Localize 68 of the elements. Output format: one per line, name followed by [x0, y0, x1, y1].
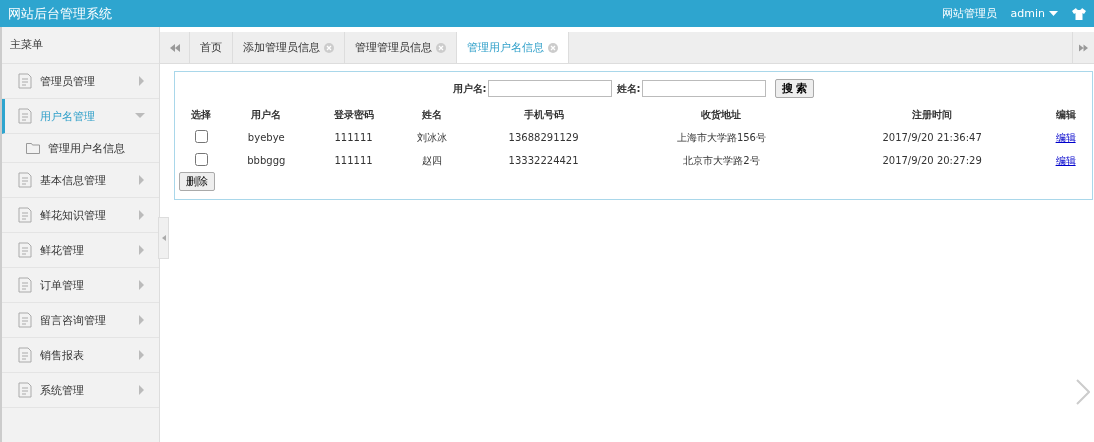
document-icon [18, 207, 32, 223]
table-cell: byebye [247, 132, 285, 143]
folder-icon [26, 142, 40, 154]
row-checkbox[interactable] [194, 153, 208, 166]
document-icon [18, 172, 32, 188]
table-cell: 13688291129 [508, 132, 579, 143]
column-header: 姓名 [420, 108, 443, 122]
edit-link[interactable]: 编辑 [1055, 131, 1076, 143]
caret-right-icon [139, 315, 145, 325]
sidebar-subitem[interactable]: 管理用户名信息 [2, 134, 159, 163]
caret-right-icon [139, 175, 145, 185]
double-left-arrow-icon [169, 43, 180, 52]
table-cell: 111111 [334, 132, 373, 143]
table-cell: 刘冰冰 [416, 131, 447, 143]
name-field[interactable] [641, 80, 766, 97]
sidebar-item[interactable]: 管理员管理 [2, 64, 159, 99]
close-icon[interactable] [324, 42, 334, 53]
sidebar-title: 主菜单 [2, 27, 159, 64]
search-button[interactable]: 搜 索 [774, 79, 815, 98]
sidebar-item[interactable]: 系统管理 [2, 373, 159, 408]
column-header: 编辑 [1054, 108, 1077, 122]
sidebar-item[interactable]: 留言咨询管理 [2, 303, 159, 338]
username-label: 用户名: [452, 81, 487, 96]
delete-button[interactable]: 删除 [179, 172, 215, 191]
double-right-arrow-icon [1079, 43, 1088, 52]
document-icon [18, 73, 32, 89]
caret-down-icon [135, 113, 145, 119]
role-label: 网站管理员 [941, 6, 997, 21]
table-cell: 111111 [334, 155, 373, 166]
table-cell: 13332224421 [508, 155, 579, 166]
table-cell: 2017/9/20 20:27:29 [882, 155, 982, 166]
table-cell: 北京市大学路2号 [683, 154, 760, 166]
document-icon [18, 382, 32, 398]
app-title: 网站后台管理系统 [8, 4, 112, 23]
column-header: 收货地址 [700, 108, 743, 122]
column-header: 手机号码 [522, 108, 565, 122]
shirt-icon[interactable] [1072, 7, 1086, 20]
edit-link[interactable]: 编辑 [1055, 154, 1076, 166]
document-icon [18, 312, 32, 328]
document-icon [18, 242, 32, 258]
column-header: 选择 [190, 108, 213, 122]
document-icon [18, 347, 32, 363]
sidebar-item[interactable]: 订单管理 [2, 268, 159, 303]
column-header: 注册时间 [911, 108, 954, 122]
name-label: 姓名: [616, 81, 641, 96]
caret-right-icon [139, 280, 145, 290]
caret-right-icon [139, 76, 145, 86]
table-cell: 赵四 [421, 154, 442, 166]
close-icon[interactable] [548, 42, 558, 53]
table-cell: 上海市大学路156号 [676, 131, 766, 143]
caret-right-icon [139, 385, 145, 395]
table-cell: 2017/9/20 21:36:47 [882, 132, 982, 143]
username-field[interactable] [487, 80, 612, 97]
close-icon[interactable] [436, 42, 446, 53]
document-icon [18, 277, 32, 293]
sidebar-item[interactable]: 销售报表 [2, 338, 159, 373]
row-checkbox[interactable] [194, 130, 208, 143]
sidebar-item[interactable]: 鲜花知识管理 [2, 198, 159, 233]
document-icon [18, 108, 32, 124]
sidebar-item[interactable]: 基本信息管理 [2, 163, 159, 198]
caret-right-icon [139, 350, 145, 360]
caret-icon [1049, 10, 1058, 17]
caret-right-icon [139, 210, 145, 220]
caret-right-icon [139, 245, 145, 255]
collapse-handle[interactable] [158, 217, 169, 259]
table-cell: bbbggg [247, 155, 286, 166]
column-header: 登录密码 [332, 108, 375, 122]
column-header: 用户名 [250, 108, 283, 122]
